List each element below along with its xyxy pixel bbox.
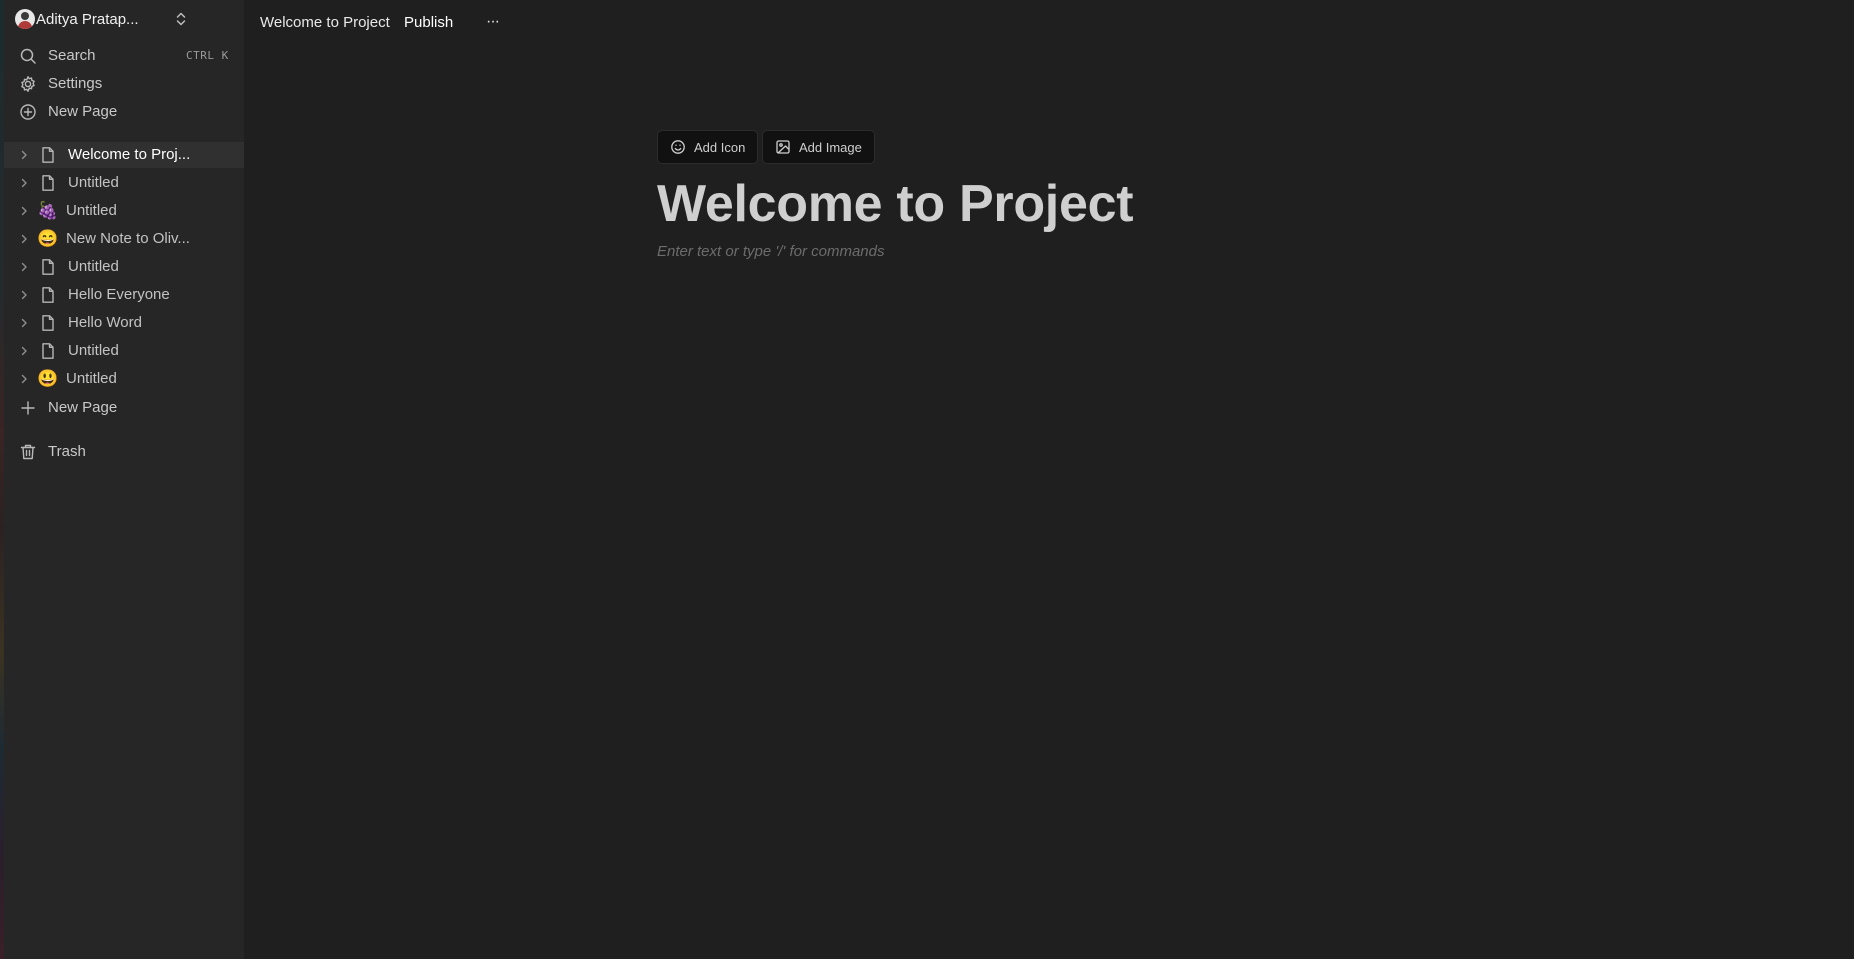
search-label: Search xyxy=(48,46,96,64)
sidebar-page-hello-word[interactable]: Hello Word xyxy=(4,310,244,336)
page-label: Welcome to Proj... xyxy=(68,146,191,163)
search-button[interactable]: Search CTRL K xyxy=(4,42,244,68)
page-icon xyxy=(42,259,54,275)
plus-icon xyxy=(21,401,35,415)
page-label: Hello Everyone xyxy=(68,286,170,303)
add-icon-button[interactable]: Add Icon xyxy=(657,130,759,164)
add-icon-label: Add Icon xyxy=(694,139,746,155)
grapes-emoji-icon: 🍇 xyxy=(37,201,59,220)
page-title[interactable]: Welcome to Project xyxy=(657,174,1134,234)
chevron-right-icon[interactable] xyxy=(18,149,30,161)
chevron-right-icon[interactable] xyxy=(18,261,30,273)
chevron-right-icon[interactable] xyxy=(18,317,30,329)
add-page-button[interactable]: New Page xyxy=(4,394,244,420)
sidebar: Aditya Pratap... Search CTRL K Settings … xyxy=(4,0,244,959)
add-image-button[interactable]: Add Image xyxy=(762,130,875,164)
add-image-label: Add Image xyxy=(799,139,862,155)
new-page-button[interactable]: New Page xyxy=(4,98,244,124)
image-icon xyxy=(776,140,790,154)
sidebar-page-untitled-2[interactable]: 🍇 Untitled xyxy=(4,198,244,224)
page-label: New Note to Oliv... xyxy=(66,230,190,247)
smile-icon xyxy=(671,140,685,154)
add-page-label: New Page xyxy=(48,398,118,416)
trash-label: Trash xyxy=(48,442,86,460)
trash-icon xyxy=(20,444,36,460)
sidebar-page-hello-everyone[interactable]: Hello Everyone xyxy=(4,282,244,308)
chevron-right-icon[interactable] xyxy=(18,233,30,245)
page-label: Untitled xyxy=(66,370,117,387)
chevron-right-icon[interactable] xyxy=(18,177,30,189)
plus-circle-icon xyxy=(20,104,36,120)
smiley-emoji-icon: 😃 xyxy=(37,369,59,388)
chevrons-up-down-icon[interactable] xyxy=(174,10,188,28)
breadcrumb-title[interactable]: Welcome to Project xyxy=(260,14,390,31)
page-icon xyxy=(42,343,54,359)
user-name: Aditya Pratap... xyxy=(36,10,139,28)
grinning-emoji-icon: 😄 xyxy=(37,229,59,248)
page-icon xyxy=(42,287,54,303)
settings-label: Settings xyxy=(48,74,103,92)
page-label: Untitled xyxy=(68,342,119,359)
more-options-icon[interactable]: ··· xyxy=(486,13,500,31)
page-label: Hello Word xyxy=(68,314,142,331)
sidebar-page-new-note[interactable]: 😄 New Note to Oliv... xyxy=(4,226,244,252)
avatar xyxy=(15,9,35,29)
user-switcher[interactable]: Aditya Pratap... xyxy=(15,8,195,30)
gear-icon xyxy=(21,76,35,92)
page-label: Untitled xyxy=(68,258,119,275)
sidebar-page-untitled-4[interactable]: Untitled xyxy=(4,338,244,364)
trash-button[interactable]: Trash xyxy=(4,438,244,464)
sidebar-page-untitled-5[interactable]: 😃 Untitled xyxy=(4,366,244,392)
page-icon xyxy=(42,175,54,191)
search-shortcut: CTRL K xyxy=(186,48,229,62)
sidebar-page-untitled-1[interactable]: Untitled xyxy=(4,170,244,196)
publish-button[interactable]: Publish xyxy=(404,14,453,31)
chevron-right-icon[interactable] xyxy=(18,289,30,301)
page-icon xyxy=(42,147,54,163)
editor-body-placeholder[interactable]: Enter text or type '/' for commands xyxy=(657,243,884,260)
app-window: Aditya Pratap... Search CTRL K Settings … xyxy=(0,0,1854,959)
chevron-right-icon[interactable] xyxy=(18,373,30,385)
new-page-label: New Page xyxy=(48,102,118,120)
chevron-right-icon[interactable] xyxy=(18,205,30,217)
page-label: Untitled xyxy=(68,174,119,191)
settings-button[interactable]: Settings xyxy=(4,70,244,96)
search-icon xyxy=(20,48,36,64)
chevron-right-icon[interactable] xyxy=(18,345,30,357)
page-icon xyxy=(42,315,54,331)
sidebar-page-welcome[interactable]: Welcome to Proj... xyxy=(4,142,244,168)
sidebar-page-untitled-3[interactable]: Untitled xyxy=(4,254,244,280)
page-label: Untitled xyxy=(66,202,117,219)
